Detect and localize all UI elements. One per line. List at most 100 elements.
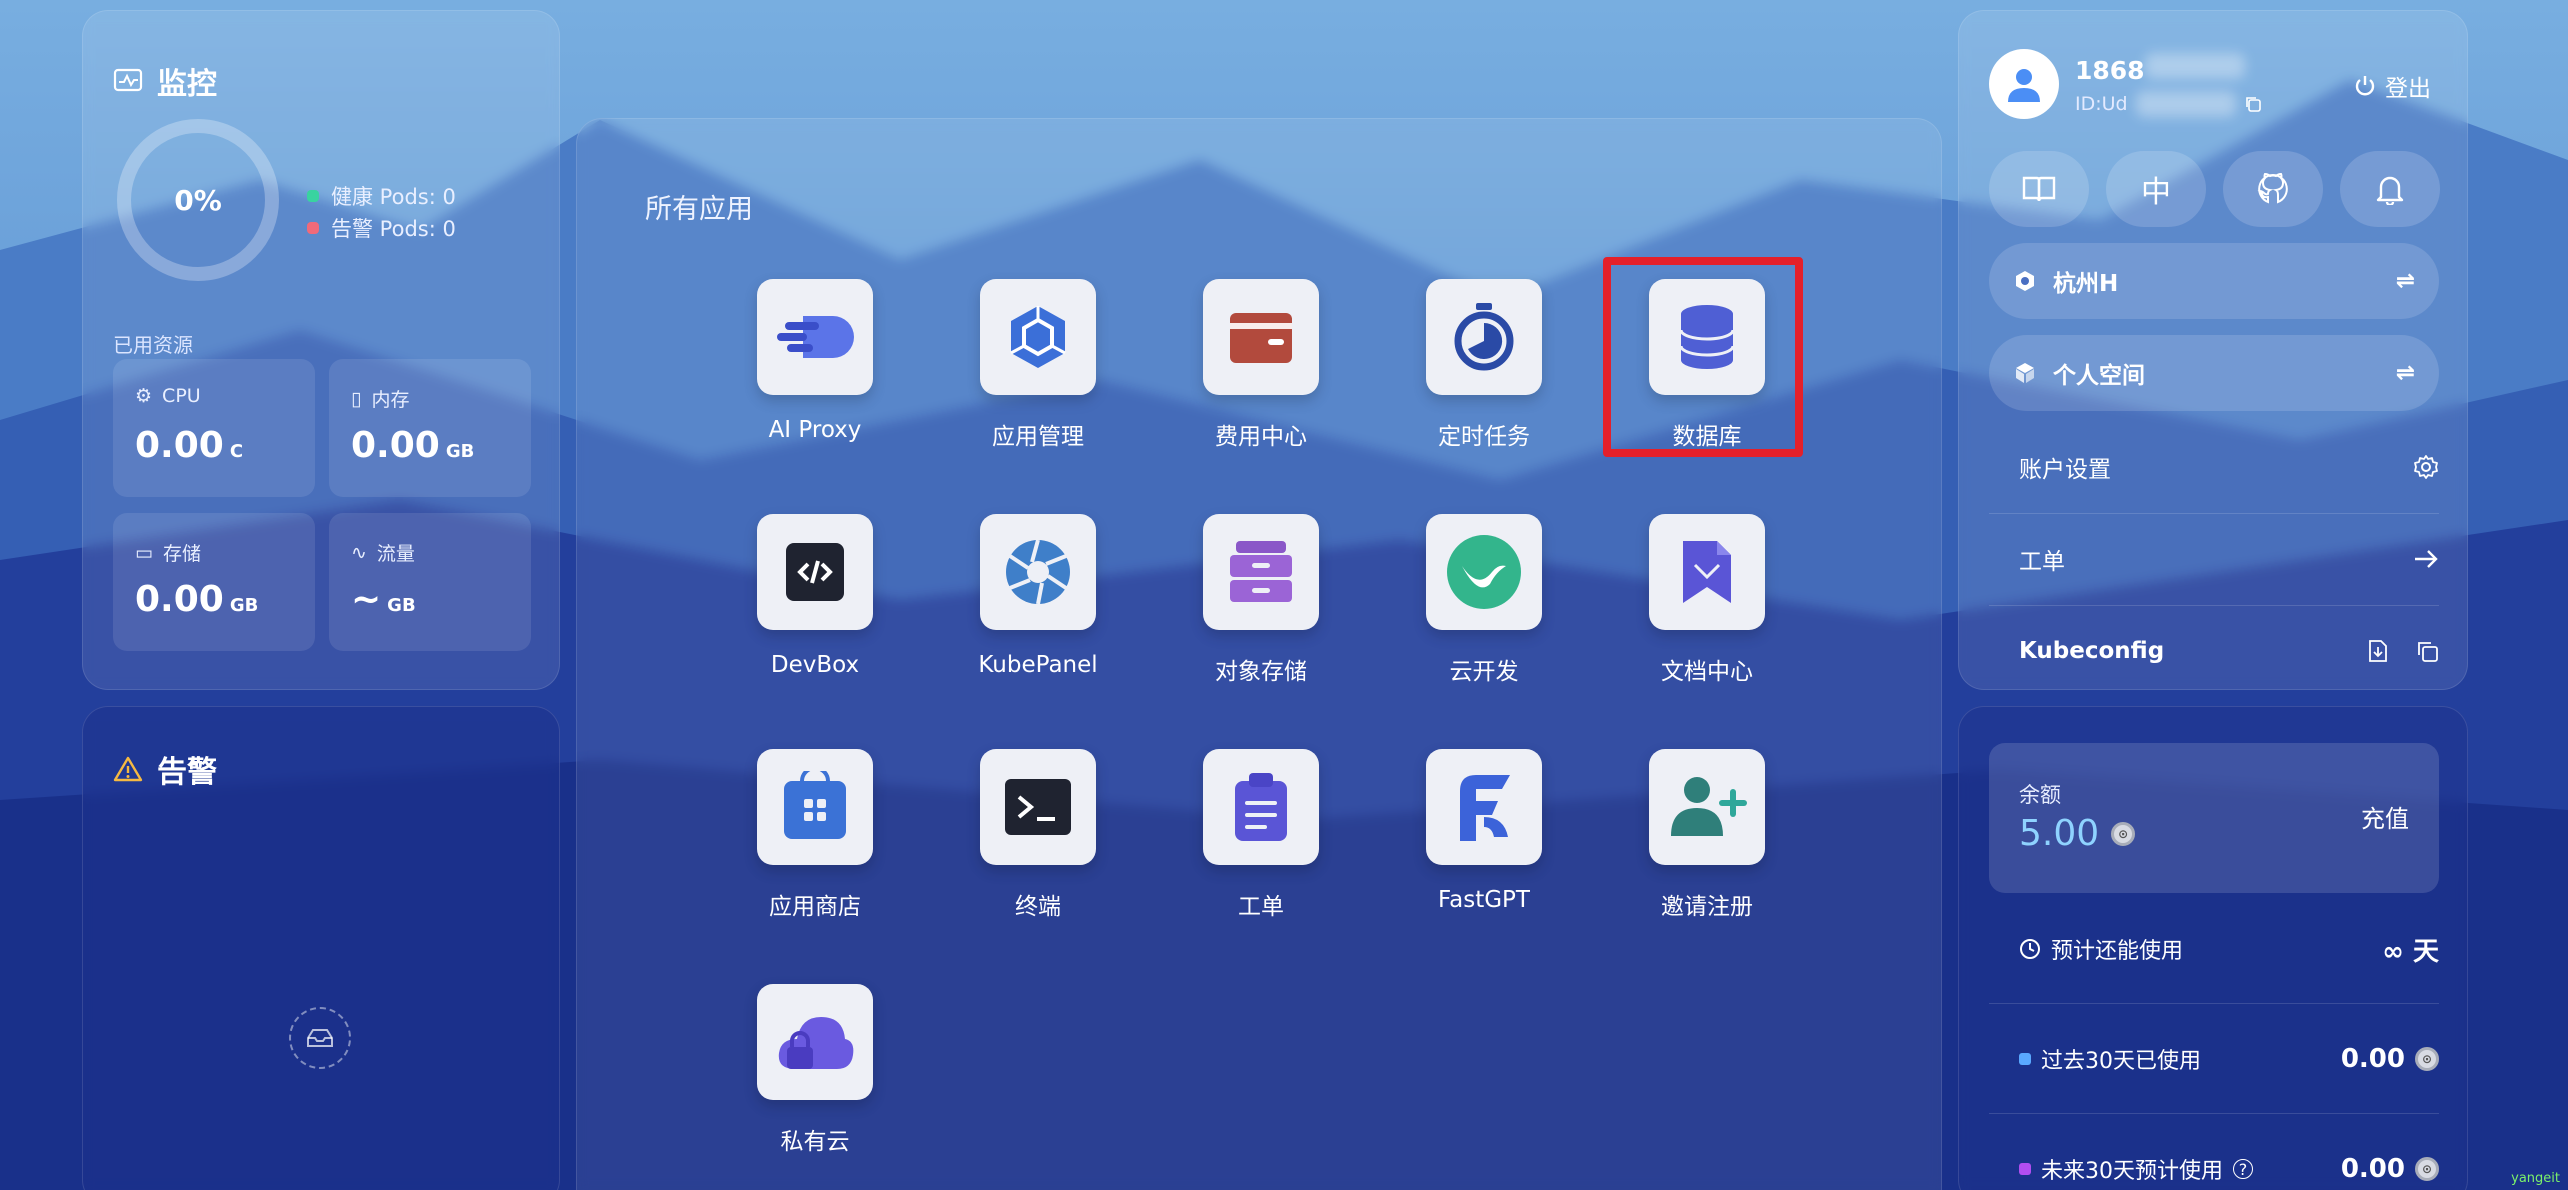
region-icon [2016,271,2034,291]
recharge-button[interactable]: 充值 [2361,799,2409,834]
past30-marker [2019,1053,2031,1065]
app-app-manage[interactable]: 应用管理 [948,279,1128,479]
language-button[interactable]: 中 [2106,151,2206,227]
app-kubepanel[interactable]: KubePanel [948,514,1128,714]
app-store-icon [757,749,873,865]
app-ai-proxy[interactable]: AI Proxy [725,279,905,479]
stat-storage: ▭ 存储 0.00 GB [113,513,315,651]
notification-button[interactable] [2340,151,2440,227]
monitor-title-text: 监控 [157,67,217,102]
kubeconfig-row: Kubeconfig [2019,605,2439,697]
copy-icon[interactable] [2415,639,2439,663]
help-icon[interactable]: ? [2233,1159,2253,1179]
balance-label: 余额 [2019,783,2061,807]
apps-panel: 所有应用 AI Proxy 应用管理 费用中心 定时任务 数据库 DevBox … [576,118,1942,1190]
app-cloud-dev[interactable]: 云开发 [1394,514,1574,714]
ticket-icon [1203,749,1319,865]
app-fastgpt[interactable]: FastGPT [1394,749,1574,949]
divider [1989,1003,2439,1004]
alert-pods-text: 告警 Pods: 0 [331,217,456,241]
private-cloud-icon [757,984,873,1100]
monitor-icon [113,68,143,92]
docs-icon [1649,514,1765,630]
healthy-dot [307,190,319,202]
app-docs[interactable]: 文档中心 [1617,514,1797,714]
usage-percent: 0% [174,183,222,217]
app-app-store[interactable]: 应用商店 [725,749,905,949]
balance-panel: 余额 5.00 ⊙ 充值 预计还能使用 ∞ 天 过去30天已使用 0.00 ⊙ 未来… [1958,706,2468,1190]
app-ticket[interactable]: 工单 [1171,749,1351,949]
power-icon [2355,76,2375,96]
alarm-panel: 告警 [82,706,560,1190]
alert-dot [307,222,319,234]
storage-icon: ▭ [135,541,153,564]
app-invite[interactable]: 邀请注册 [1617,749,1797,949]
estimate-row: 预计还能使用 ∞ 天 [2019,919,2439,979]
app-terminal[interactable]: 终端 [948,749,1128,949]
traffic-icon: ∿ [351,541,367,564]
divider [1989,1113,2439,1114]
ticket-row[interactable]: 工单 [2019,513,2439,605]
region-switch[interactable]: 杭州H ⇌ [1989,243,2439,319]
terminal-icon [980,749,1096,865]
app-billing[interactable]: 费用中心 [1171,279,1351,479]
avatar[interactable] [1989,49,2059,119]
logout-button[interactable]: 登出 [2353,69,2431,103]
balance-card: 余额 5.00 ⊙ 充值 [1989,743,2439,893]
clock-icon [2020,939,2040,959]
app-devbox[interactable]: DevBox [725,514,905,714]
app-manage-icon [980,279,1096,395]
healthy-pods-legend: 健康 Pods: 0 [307,181,456,211]
stat-cpu: ⚙ CPU 0.00 C [113,359,315,497]
account-settings-row[interactable]: 账户设置 [2019,421,2439,513]
database-highlight-box [1603,257,1803,457]
invite-icon [1649,749,1765,865]
cloud-dev-icon [1426,514,1542,630]
app-object-storage[interactable]: 对象存储 [1171,514,1351,714]
alert-pods-legend: 告警 Pods: 0 [307,213,456,243]
devbox-icon [757,514,873,630]
kubepanel-icon [980,514,1096,630]
wallet-icon [1203,279,1319,395]
timer-icon [1426,279,1542,395]
all-apps-title: 所有应用 [645,194,753,225]
empty-inbox-icon [289,1007,351,1069]
coin-icon: ⊙ [2415,1157,2439,1181]
copy-icon[interactable] [2244,95,2262,113]
github-icon [2257,172,2288,204]
alarm-title-text: 告警 [157,755,217,790]
object-storage-icon [1203,514,1319,630]
user-panel: 1868 ID:Ud 登出 中 杭州H ⇌ 个人空间 ⇌ 账户设置 工单 Kub… [1958,10,2468,690]
monitor-title: 监控 [113,59,217,103]
gear-icon [2414,455,2438,479]
coin-icon: ⊙ [2111,821,2136,846]
blurred-id [2135,91,2236,117]
github-button[interactable] [2223,151,2323,227]
switch-icon: ⇌ [2395,268,2415,294]
download-icon[interactable] [2367,638,2389,664]
user-avatar-icon [2008,69,2040,102]
arrow-right-icon [2415,550,2438,568]
next30-marker [2019,1163,2031,1175]
healthy-pods-text: 健康 Pods: 0 [331,185,456,209]
blurred-name [2144,53,2245,79]
watermark: yangeit [2511,1171,2560,1186]
stat-traffic: ∿ 流量 ~ GB [329,513,531,651]
user-id: ID:Ud [2075,91,2262,117]
stat-memory: ▯ 内存 0.00 GB [329,359,531,497]
app-cron-job[interactable]: 定时任务 [1394,279,1574,479]
balance-value: 5.00 ⊙ [2019,813,2136,854]
workspace-cube-icon [2016,363,2034,383]
resources-label: 已用资源 [113,333,193,357]
alarm-title: 告警 [113,747,217,791]
next30-row: 未来30天预计使用 ? 0.00 ⊙ [2019,1139,2439,1190]
monitor-panel: 监控 0% 健康 Pods: 0 告警 Pods: 0 已用资源 ⚙ CPU 0.… [82,10,560,690]
app-private-cloud[interactable]: 私有云 [725,984,905,1184]
docs-button[interactable] [1989,151,2089,227]
memory-icon: ▯ [351,387,362,410]
workspace-switch[interactable]: 个人空间 ⇌ [1989,335,2439,411]
switch-icon: ⇌ [2395,360,2415,386]
warning-icon [113,756,143,782]
fastgpt-icon [1426,749,1542,865]
user-name: 1868 [2075,53,2245,85]
